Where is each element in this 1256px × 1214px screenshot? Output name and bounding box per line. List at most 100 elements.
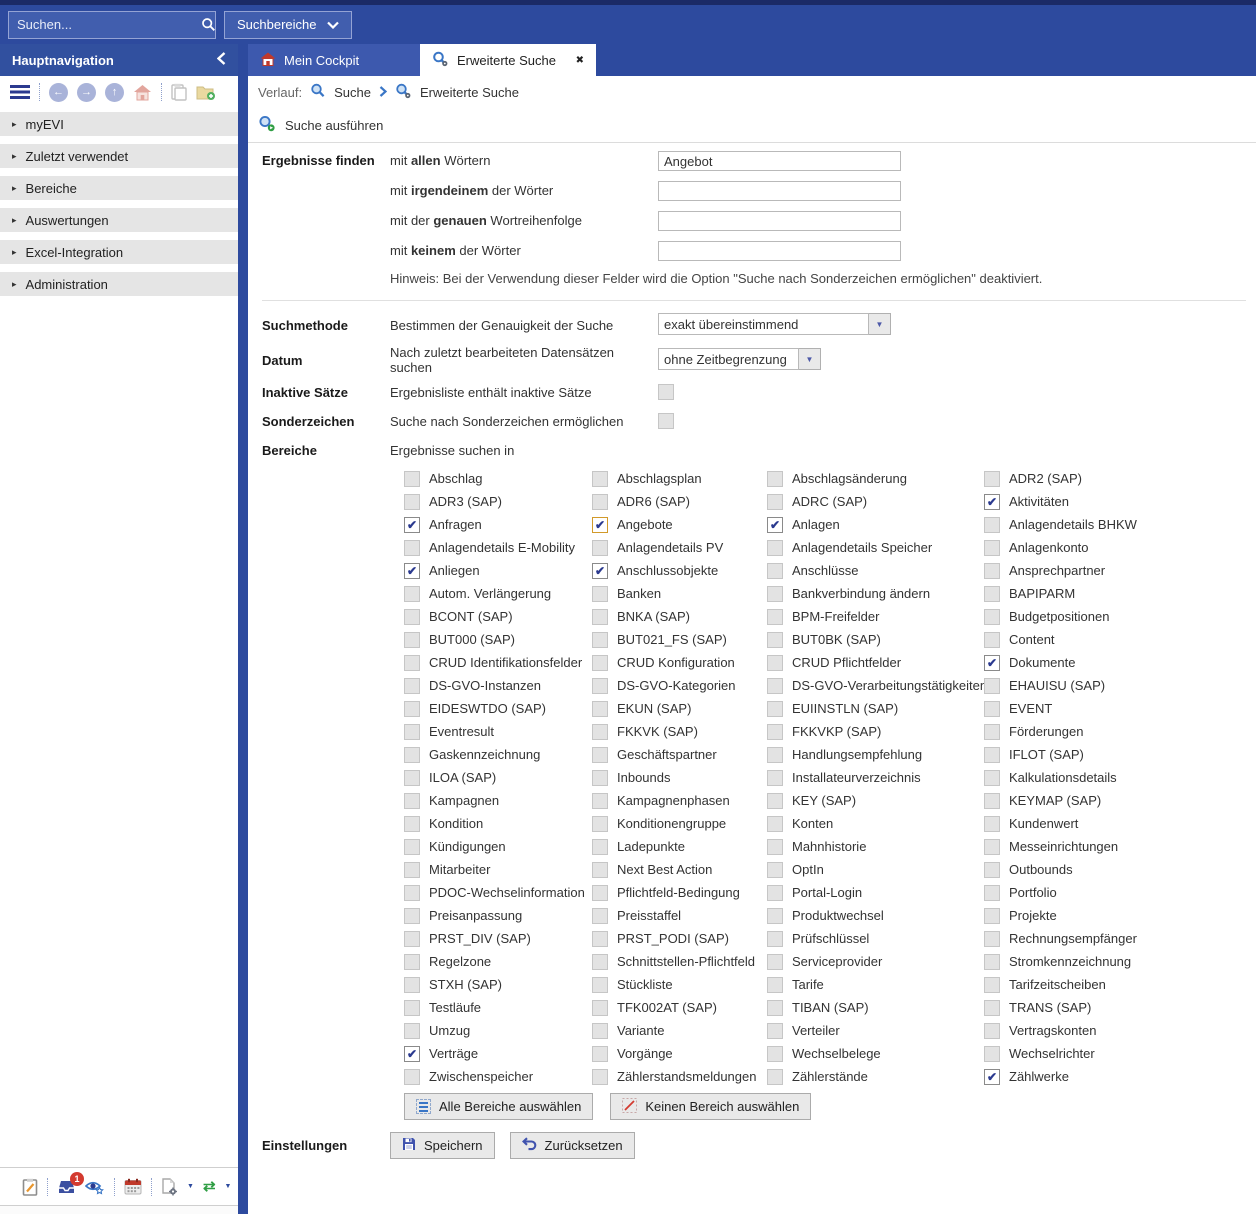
area-checkbox[interactable] bbox=[592, 908, 608, 924]
area-checkbox-row[interactable]: Anschlussobjekte bbox=[592, 562, 767, 579]
area-checkbox-row[interactable]: Vertragskonten bbox=[984, 1022, 1184, 1039]
area-checkbox[interactable] bbox=[404, 1069, 420, 1085]
area-checkbox[interactable] bbox=[592, 816, 608, 832]
select-all-areas-button[interactable]: Alle Bereiche auswählen bbox=[404, 1093, 593, 1120]
method-dropdown[interactable]: exakt übereinstimmend ▼ bbox=[658, 313, 891, 335]
area-checkbox[interactable] bbox=[984, 701, 1000, 717]
area-checkbox[interactable] bbox=[592, 839, 608, 855]
sidebar-item-auswertungen[interactable]: ▸Auswertungen bbox=[0, 208, 238, 232]
area-checkbox[interactable] bbox=[767, 632, 783, 648]
area-checkbox-row[interactable]: EIDESWTDO (SAP) bbox=[404, 700, 592, 717]
area-checkbox[interactable] bbox=[592, 1023, 608, 1039]
area-checkbox[interactable] bbox=[404, 563, 420, 579]
area-checkbox-row[interactable]: Preisanpassung bbox=[404, 907, 592, 924]
area-checkbox[interactable] bbox=[592, 632, 608, 648]
area-checkbox-row[interactable]: Autom. Verlängerung bbox=[404, 585, 592, 602]
area-checkbox-row[interactable]: Produktwechsel bbox=[767, 907, 984, 924]
area-checkbox[interactable] bbox=[767, 724, 783, 740]
area-checkbox-row[interactable]: BUT0BK (SAP) bbox=[767, 631, 984, 648]
area-checkbox-row[interactable]: BCONT (SAP) bbox=[404, 608, 592, 625]
area-checkbox[interactable] bbox=[592, 724, 608, 740]
area-checkbox-row[interactable]: Gaskennzeichnung bbox=[404, 746, 592, 763]
sidebar-item-bereiche[interactable]: ▸Bereiche bbox=[0, 176, 238, 200]
area-checkbox-row[interactable]: KEY (SAP) bbox=[767, 792, 984, 809]
area-checkbox-row[interactable]: Schnittstellen-Pflichtfeld bbox=[592, 953, 767, 970]
area-checkbox-row[interactable]: EUIINSTLN (SAP) bbox=[767, 700, 984, 717]
method-dropdown-button[interactable]: ▼ bbox=[869, 313, 891, 335]
area-checkbox[interactable] bbox=[767, 908, 783, 924]
area-checkbox[interactable] bbox=[404, 724, 420, 740]
area-checkbox[interactable] bbox=[767, 609, 783, 625]
area-checkbox-row[interactable]: Projekte bbox=[984, 907, 1184, 924]
area-checkbox-row[interactable]: Anlagen bbox=[767, 516, 984, 533]
area-checkbox-row[interactable]: Anlagenkonto bbox=[984, 539, 1184, 556]
area-checkbox-row[interactable]: Messeinrichtungen bbox=[984, 838, 1184, 855]
area-checkbox-row[interactable]: IFLOT (SAP) bbox=[984, 746, 1184, 763]
special-checkbox[interactable] bbox=[658, 413, 674, 429]
area-checkbox-row[interactable]: Förderungen bbox=[984, 723, 1184, 740]
new-folder-icon[interactable] bbox=[196, 84, 216, 101]
area-checkbox-row[interactable]: Tarife bbox=[767, 976, 984, 993]
area-checkbox-row[interactable]: Anlagendetails BHKW bbox=[984, 516, 1184, 533]
area-checkbox[interactable] bbox=[404, 885, 420, 901]
area-checkbox-row[interactable]: Testläufe bbox=[404, 999, 592, 1016]
search-input[interactable] bbox=[9, 17, 201, 32]
area-checkbox[interactable] bbox=[767, 1046, 783, 1062]
area-checkbox[interactable] bbox=[984, 517, 1000, 533]
area-checkbox[interactable] bbox=[592, 770, 608, 786]
area-checkbox-row[interactable]: Abschlagsänderung bbox=[767, 470, 984, 487]
nav-up-button[interactable]: ↑ bbox=[105, 83, 124, 102]
area-checkbox[interactable] bbox=[592, 517, 608, 533]
area-checkbox[interactable] bbox=[767, 793, 783, 809]
area-checkbox-row[interactable]: Wechselrichter bbox=[984, 1045, 1184, 1062]
area-checkbox[interactable] bbox=[767, 885, 783, 901]
area-checkbox[interactable] bbox=[404, 977, 420, 993]
area-checkbox-row[interactable]: OptIn bbox=[767, 861, 984, 878]
area-checkbox[interactable] bbox=[592, 1046, 608, 1062]
close-tab-icon[interactable]: ✖ bbox=[576, 55, 584, 66]
area-checkbox[interactable] bbox=[984, 494, 1000, 510]
area-checkbox[interactable] bbox=[984, 839, 1000, 855]
area-checkbox[interactable] bbox=[984, 1046, 1000, 1062]
area-checkbox-row[interactable]: Kalkulationsdetails bbox=[984, 769, 1184, 786]
area-checkbox[interactable] bbox=[404, 609, 420, 625]
area-checkbox[interactable] bbox=[984, 1023, 1000, 1039]
nav-back-button[interactable]: ← bbox=[49, 83, 68, 102]
area-checkbox-row[interactable]: Stromkennzeichnung bbox=[984, 953, 1184, 970]
area-checkbox[interactable] bbox=[592, 655, 608, 671]
area-checkbox[interactable] bbox=[592, 563, 608, 579]
area-checkbox[interactable] bbox=[767, 494, 783, 510]
area-checkbox[interactable] bbox=[984, 1000, 1000, 1016]
area-checkbox-row[interactable]: Stückliste bbox=[592, 976, 767, 993]
area-checkbox-row[interactable]: TIBAN (SAP) bbox=[767, 999, 984, 1016]
collapse-sidebar-icon[interactable] bbox=[217, 52, 226, 68]
area-checkbox[interactable] bbox=[767, 862, 783, 878]
area-checkbox[interactable] bbox=[404, 494, 420, 510]
area-checkbox-row[interactable]: Vorgänge bbox=[592, 1045, 767, 1062]
area-checkbox-row[interactable]: Pflichtfeld-Bedingung bbox=[592, 884, 767, 901]
area-checkbox-row[interactable]: Portfolio bbox=[984, 884, 1184, 901]
area-checkbox[interactable] bbox=[404, 954, 420, 970]
area-checkbox-row[interactable]: Zwischenspeicher bbox=[404, 1068, 592, 1085]
area-checkbox[interactable] bbox=[984, 862, 1000, 878]
area-checkbox-row[interactable]: Zählwerke bbox=[984, 1068, 1184, 1085]
area-checkbox-row[interactable]: ADR6 (SAP) bbox=[592, 493, 767, 510]
area-checkbox-row[interactable]: Anlagendetails E-Mobility bbox=[404, 539, 592, 556]
area-checkbox-row[interactable]: Wechselbelege bbox=[767, 1045, 984, 1062]
area-checkbox[interactable] bbox=[984, 770, 1000, 786]
area-checkbox[interactable] bbox=[404, 862, 420, 878]
area-checkbox[interactable] bbox=[404, 540, 420, 556]
area-checkbox[interactable] bbox=[404, 471, 420, 487]
find-input[interactable] bbox=[658, 241, 901, 261]
area-checkbox-row[interactable]: Banken bbox=[592, 585, 767, 602]
area-checkbox[interactable] bbox=[592, 494, 608, 510]
area-checkbox-row[interactable]: Aktivitäten bbox=[984, 493, 1184, 510]
area-checkbox[interactable] bbox=[767, 540, 783, 556]
global-search-box[interactable] bbox=[8, 11, 216, 39]
area-checkbox-row[interactable]: Konten bbox=[767, 815, 984, 832]
sync-dropdown-icon[interactable]: ▼ bbox=[225, 1183, 232, 1190]
area-checkbox-row[interactable]: Handlungsempfehlung bbox=[767, 746, 984, 763]
sidebar-item-administration[interactable]: ▸Administration bbox=[0, 272, 238, 296]
area-checkbox-row[interactable]: FKKVK (SAP) bbox=[592, 723, 767, 740]
area-checkbox[interactable] bbox=[592, 793, 608, 809]
